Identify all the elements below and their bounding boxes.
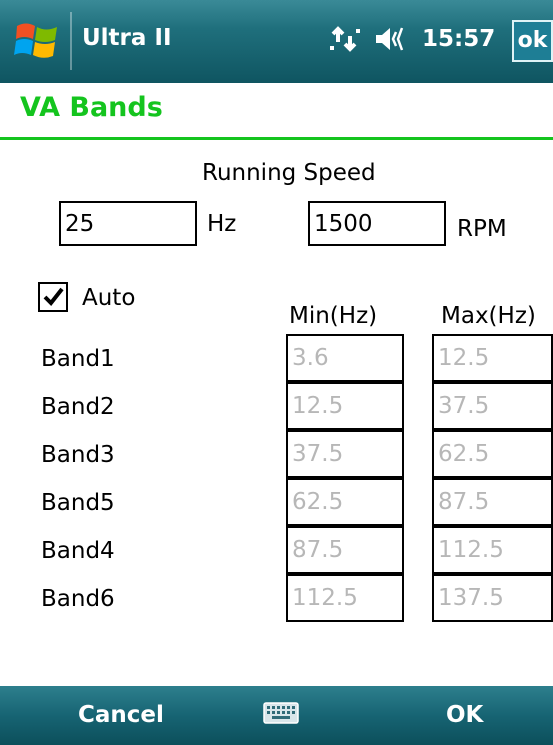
band-min-input[interactable]: 12.5 <box>286 382 404 430</box>
max-column-header: Max(Hz) <box>441 303 536 329</box>
app-title: Ultra II <box>82 25 172 51</box>
band-min-input[interactable]: 37.5 <box>286 430 404 478</box>
header-divider <box>0 137 553 140</box>
running-speed-label: Running Speed <box>202 160 376 186</box>
band-name: Band5 <box>41 490 115 516</box>
band-name: Band2 <box>41 394 115 420</box>
checkmark-icon <box>43 287 64 307</box>
windows-start-icon[interactable] <box>14 18 60 62</box>
band-min-input[interactable]: 87.5 <box>286 526 404 574</box>
band-max-input[interactable]: 37.5 <box>432 382 553 430</box>
band-min-input[interactable]: 62.5 <box>286 478 404 526</box>
status-area: 15:57 <box>328 25 495 53</box>
rpm-input[interactable]: 1500 <box>308 201 446 246</box>
cancel-button[interactable]: Cancel <box>78 702 164 728</box>
min-column-header: Min(Hz) <box>289 303 378 329</box>
page-title: VA Bands <box>20 92 163 123</box>
title-separator <box>70 12 72 70</box>
clock-time: 15:57 <box>422 26 496 52</box>
ok-title-button[interactable]: ok <box>512 20 553 62</box>
band-name: Band3 <box>41 442 115 468</box>
title-bar: Ultra II 15:57 ok <box>0 0 553 83</box>
ok-softkey-button[interactable]: OK <box>446 702 483 728</box>
softkey-bar: Cancel OK <box>0 686 553 745</box>
band-max-input[interactable]: 12.5 <box>432 334 553 382</box>
rpm-unit-label: RPM <box>457 216 507 242</box>
speaker-icon[interactable] <box>374 25 410 53</box>
keyboard-icon[interactable] <box>263 702 299 730</box>
hz-input[interactable]: 25 <box>59 201 197 246</box>
band-min-input[interactable]: 112.5 <box>286 574 404 622</box>
band-name: Band1 <box>41 346 115 372</box>
band-max-input[interactable]: 87.5 <box>432 478 553 526</box>
band-min-input[interactable]: 3.6 <box>286 334 404 382</box>
band-max-input[interactable]: 137.5 <box>432 574 553 622</box>
band-name: Band6 <box>41 586 115 612</box>
hz-unit-label: Hz <box>207 211 237 237</box>
band-max-input[interactable]: 112.5 <box>432 526 553 574</box>
auto-label: Auto <box>82 285 136 311</box>
band-name: Band4 <box>41 538 115 564</box>
band-max-input[interactable]: 62.5 <box>432 430 553 478</box>
auto-checkbox[interactable] <box>38 282 68 312</box>
connectivity-icon[interactable] <box>328 26 362 52</box>
